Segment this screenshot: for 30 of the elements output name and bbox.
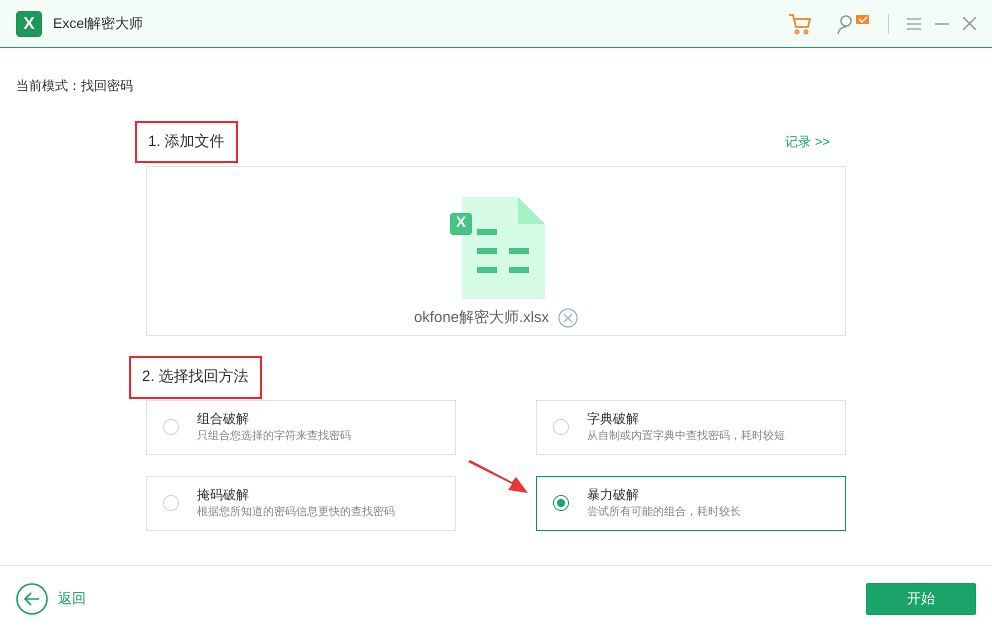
- file-name: okfone解密大师.xlsx: [414, 308, 550, 328]
- app-logo: X: [16, 10, 42, 36]
- file-badge: X: [450, 212, 472, 234]
- user-icon[interactable]: [836, 12, 870, 34]
- mode-label: 当前模式：找回密码: [16, 77, 134, 95]
- radio-icon: [553, 495, 569, 511]
- method-option[interactable]: 掩码破解 根据您所知道的密码信息更快的查找密码: [146, 476, 456, 530]
- method-description: 从自制或内置字典中查找密码，耗时较短: [587, 428, 785, 444]
- close-icon[interactable]: [963, 17, 976, 30]
- method-option[interactable]: 字典破解 从自制或内置字典中查找密码，耗时较短: [536, 400, 846, 454]
- window-title: Excel解密大师: [53, 14, 144, 33]
- method-title: 掩码破解: [197, 486, 250, 504]
- radio-icon: [553, 419, 569, 435]
- method-option[interactable]: 组合破解 只组合您选择的字符来查找密码: [146, 400, 456, 454]
- radio-icon: [163, 495, 179, 511]
- radio-icon: [163, 419, 179, 435]
- method-description: 根据您所知道的密码信息更快的查找密码: [197, 504, 395, 520]
- remove-icon[interactable]: [558, 308, 578, 328]
- menu-icon[interactable]: [907, 18, 921, 30]
- method-option[interactable]: 暴力破解 尝试所有可能的组合，耗时较长: [536, 476, 846, 530]
- method-description: 尝试所有可能的组合，耗时较长: [587, 505, 741, 520]
- cart-icon[interactable]: [788, 12, 812, 34]
- method-title: 组合破解: [197, 410, 250, 428]
- method-description: 只组合您选择的字符来查找密码: [197, 428, 351, 444]
- method-title: 字典破解: [587, 410, 640, 428]
- pointer-arrow: [468, 460, 528, 494]
- step-heading: 1. 添加文件: [135, 120, 238, 163]
- minimize-icon[interactable]: [935, 22, 949, 24]
- step-heading: 2. 选择找回方法: [129, 356, 262, 398]
- method-title: 暴力破解: [587, 486, 640, 504]
